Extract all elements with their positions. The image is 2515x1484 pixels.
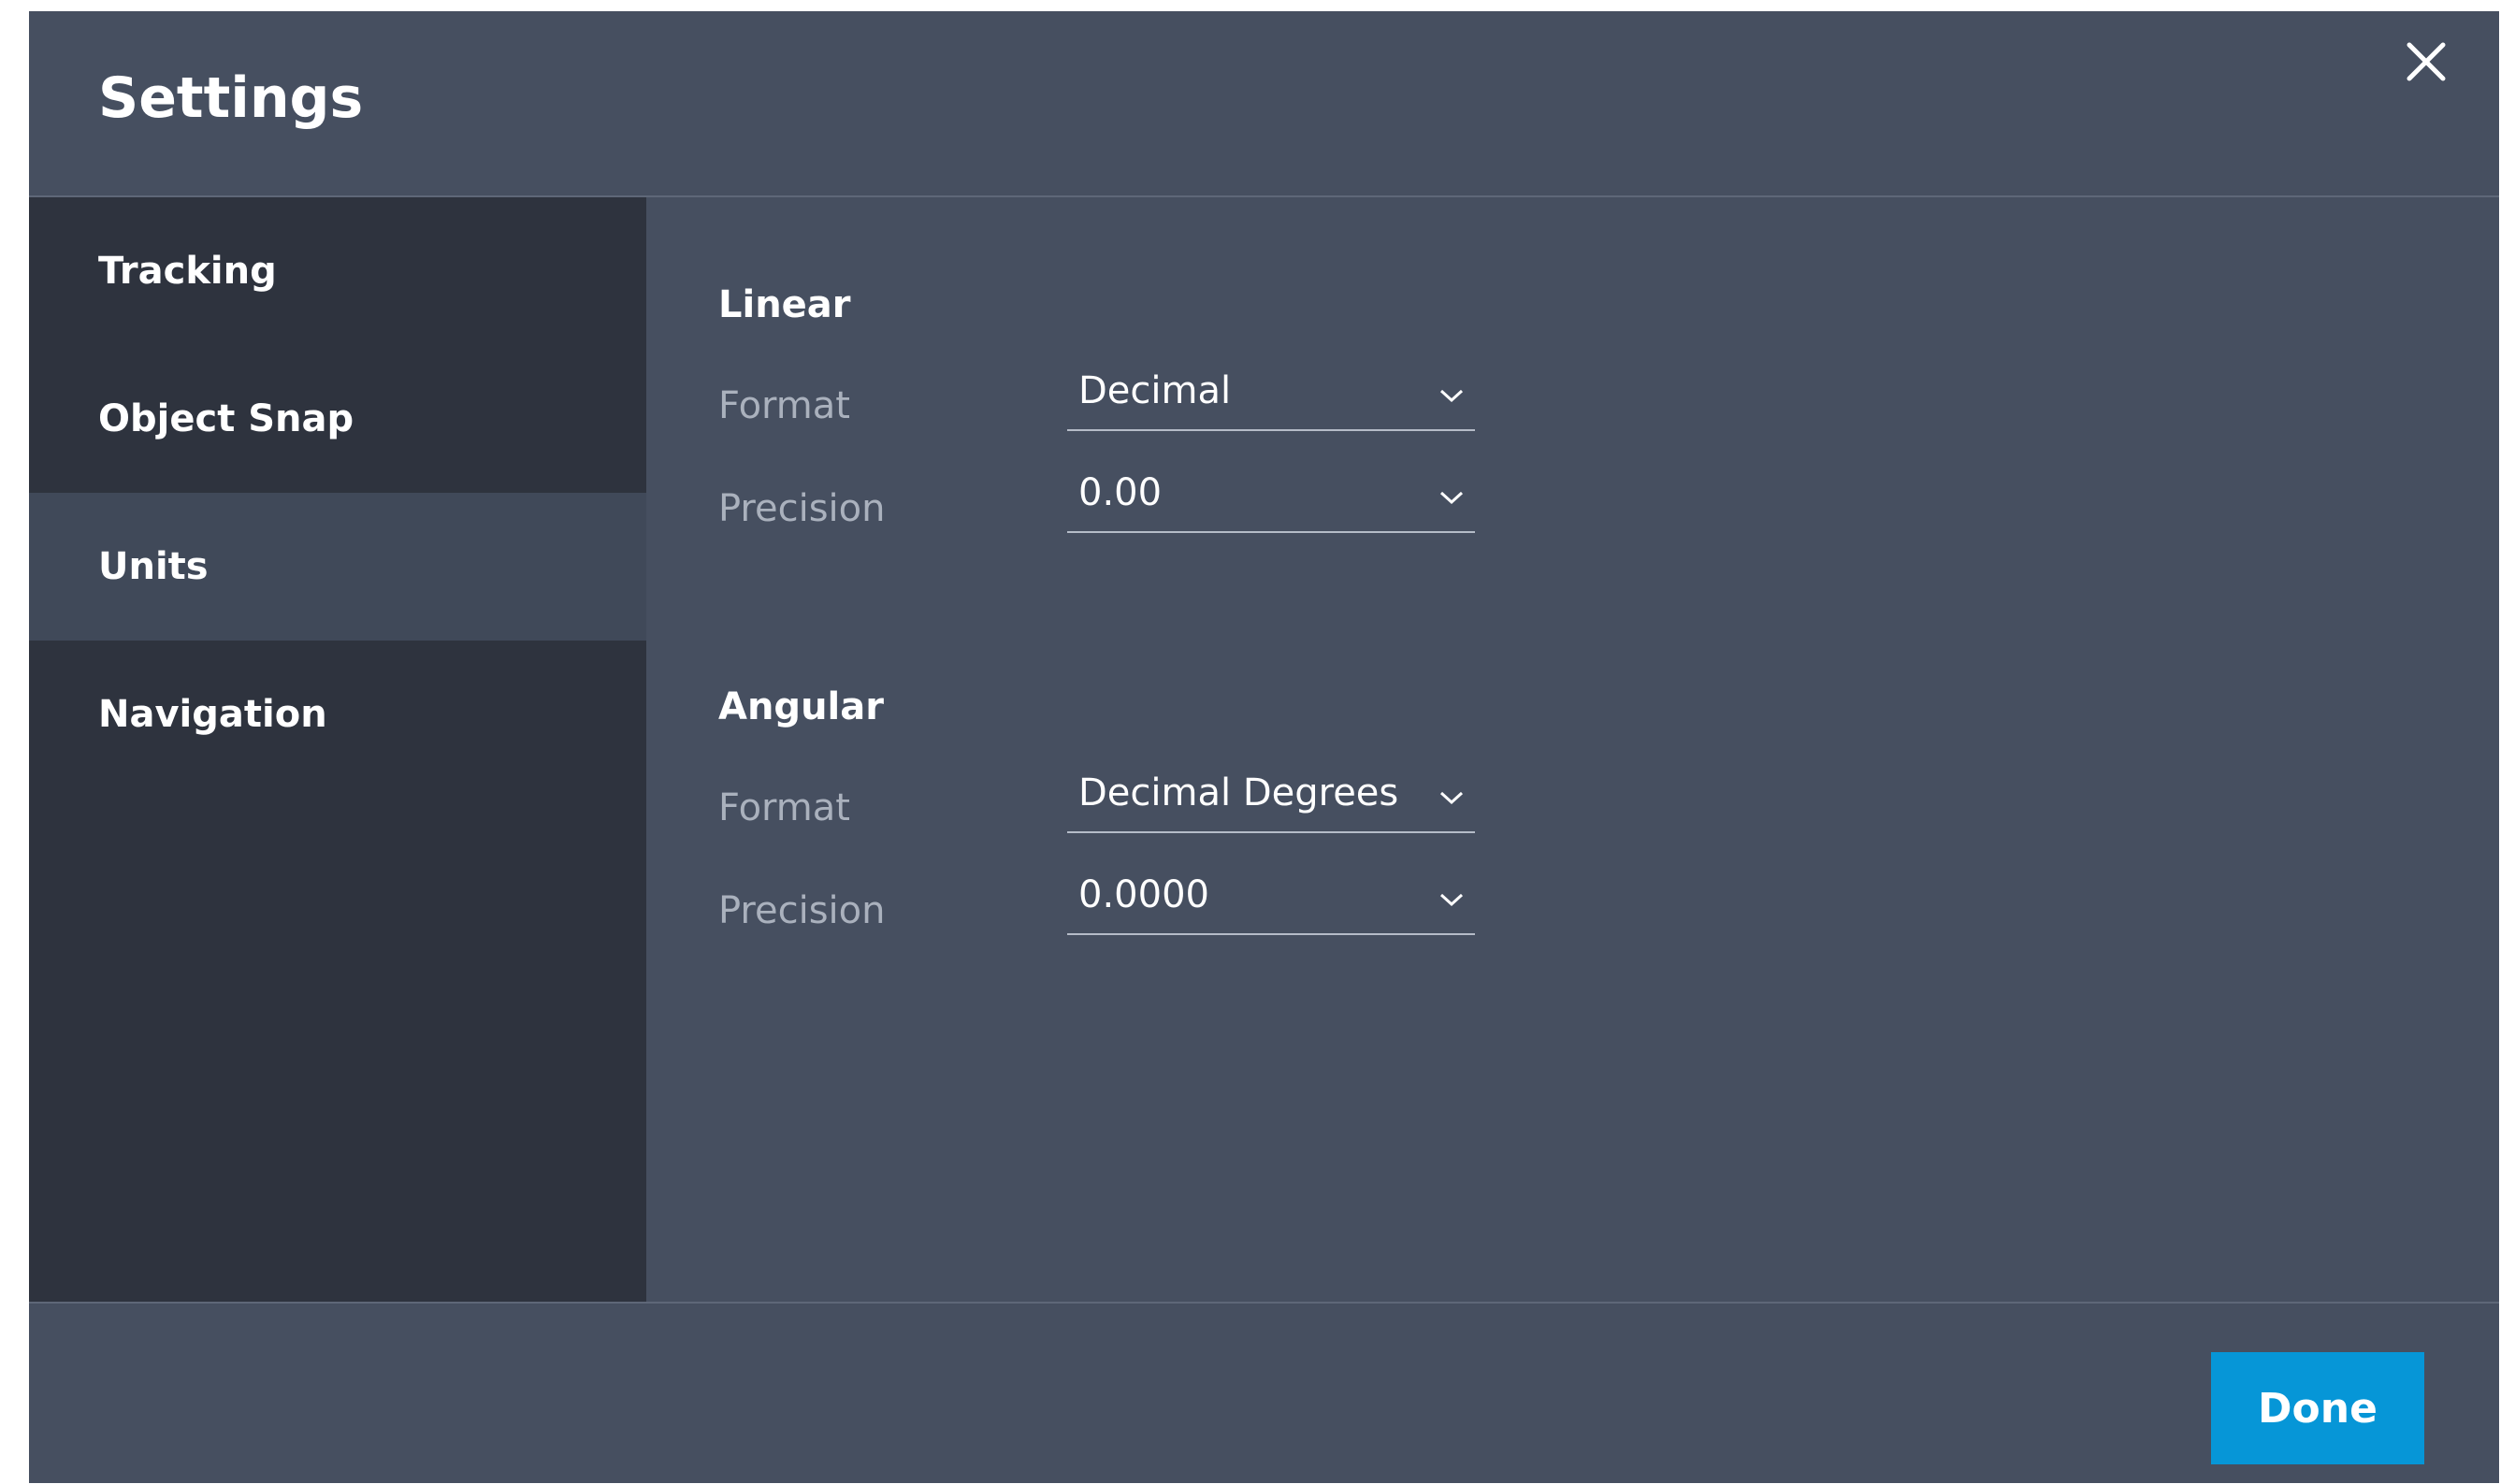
sidebar-item-navigation[interactable]: Navigation <box>29 641 646 788</box>
linear-precision-label: Precision <box>718 487 886 530</box>
angular-format-value: Decimal Degrees <box>1078 771 1399 814</box>
sidebar-item-label: Object Snap <box>98 397 354 440</box>
angular-format-select[interactable]: Decimal Degrees <box>1067 768 1475 833</box>
chevron-down-icon <box>1439 893 1464 907</box>
angular-precision-select[interactable]: 0.0000 <box>1067 870 1475 935</box>
linear-format-value: Decimal <box>1078 369 1232 412</box>
linear-section-title: Linear <box>718 283 851 326</box>
settings-sidebar: Tracking Object Snap Units Navigation <box>29 197 646 1302</box>
linear-format-label: Format <box>718 384 850 427</box>
dialog-header: Settings <box>29 11 2499 197</box>
dialog-footer: Done <box>29 1302 2499 1483</box>
linear-precision-value: 0.00 <box>1078 471 1163 514</box>
linear-precision-select[interactable]: 0.00 <box>1067 468 1475 533</box>
sidebar-item-label: Units <box>98 545 209 588</box>
sidebar-item-label: Navigation <box>98 693 327 736</box>
close-icon <box>2407 42 2446 81</box>
angular-section-title: Angular <box>718 685 884 728</box>
chevron-down-icon <box>1439 791 1464 805</box>
angular-precision-value: 0.0000 <box>1078 873 1209 916</box>
chevron-down-icon <box>1439 389 1464 403</box>
sidebar-item-tracking[interactable]: Tracking <box>29 197 646 345</box>
sidebar-item-units[interactable]: Units <box>29 493 646 641</box>
sidebar-item-label: Tracking <box>98 250 277 293</box>
sidebar-item-object-snap[interactable]: Object Snap <box>29 345 646 493</box>
chevron-down-icon <box>1439 491 1464 505</box>
angular-format-label: Format <box>718 786 850 829</box>
units-panel: Linear Format Decimal Precision 0.00 Ang… <box>646 197 2499 1302</box>
dialog-title: Settings <box>98 65 364 131</box>
settings-dialog: Settings Tracking Object Snap Units Navi… <box>29 11 2499 1483</box>
done-button[interactable]: Done <box>2211 1352 2424 1464</box>
linear-format-select[interactable]: Decimal <box>1067 366 1475 431</box>
angular-precision-label: Precision <box>718 889 886 932</box>
close-button[interactable] <box>2389 24 2464 99</box>
